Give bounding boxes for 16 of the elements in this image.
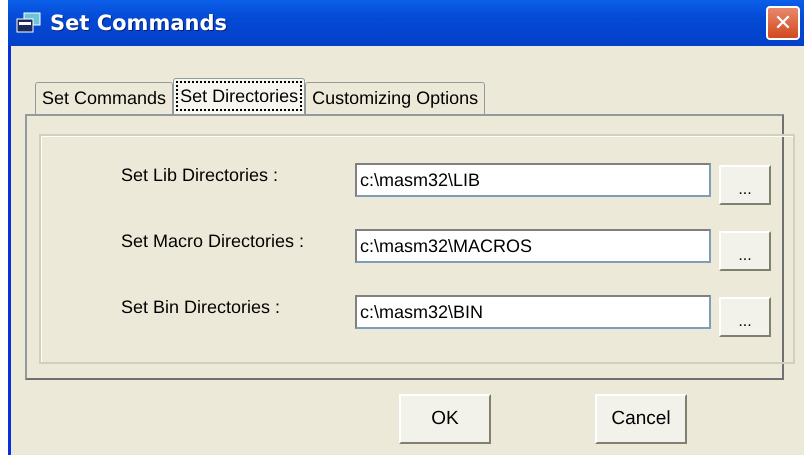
cancel-button[interactable]: Cancel	[595, 394, 687, 444]
window-app-icon	[16, 12, 42, 34]
browse-button[interactable]: ...	[719, 297, 771, 337]
directory-field[interactable]: c:\masm32\LIB	[355, 163, 711, 197]
field-label: Set Bin Directories :	[121, 296, 282, 318]
directory-field[interactable]: c:\masm32\MACROS	[355, 229, 711, 263]
tab[interactable]: Customizing Options	[305, 82, 486, 114]
field-label: Set Macro Directories :	[121, 230, 306, 252]
ok-button[interactable]: OK	[399, 394, 491, 444]
browse-button[interactable]: ...	[719, 165, 771, 205]
window-title: Set Commands	[50, 11, 228, 35]
tab[interactable]: Set Directories	[173, 78, 306, 114]
tab[interactable]: Set Commands	[35, 82, 174, 114]
browse-button[interactable]: ...	[719, 231, 771, 271]
field-label: Set Lib Directories :	[121, 164, 280, 186]
directory-field[interactable]: c:\masm32\BIN	[355, 295, 711, 329]
